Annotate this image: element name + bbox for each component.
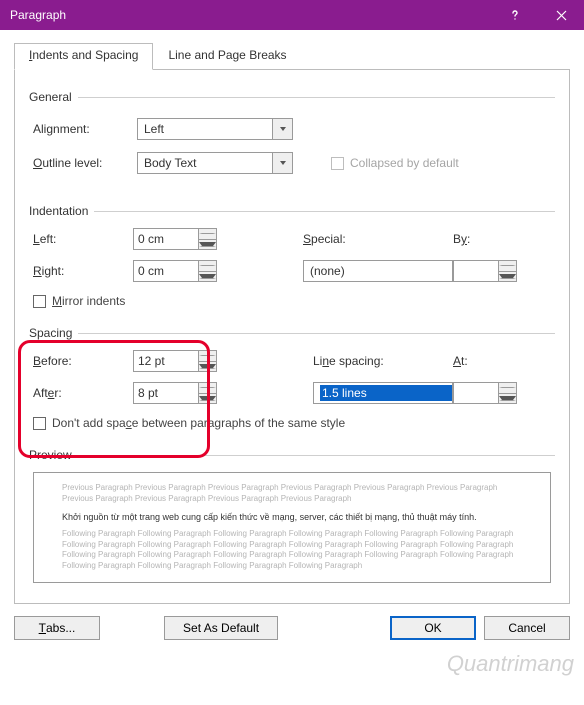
group-general: General Alignment: Left Outline level: B… xyxy=(29,90,555,190)
label-right: Right: xyxy=(33,264,133,278)
preview-main: Khởi nguồn từ một trang web cung cấp kiế… xyxy=(62,511,522,523)
window-title: Paragraph xyxy=(10,8,66,22)
arrow-down-icon xyxy=(199,240,216,250)
mirror-indents-checkbox[interactable]: Mirror indents xyxy=(33,294,551,308)
at-spinner[interactable] xyxy=(453,382,517,404)
button-row: Tabs... Set As Default OK Cancel xyxy=(14,616,570,640)
label-before: Before: xyxy=(33,354,133,368)
indent-left-spinner[interactable]: 0 cm xyxy=(133,228,217,250)
arrow-up-icon xyxy=(199,229,216,240)
help-button[interactable] xyxy=(492,0,538,30)
by-spinner[interactable] xyxy=(453,260,517,282)
tab-line-page-breaks[interactable]: Line and Page Breaks xyxy=(153,43,301,70)
tab-body: General Alignment: Left Outline level: B… xyxy=(14,70,570,604)
group-indentation: Indentation Left: 0 cm Special: By: Righ… xyxy=(29,204,555,312)
legend-indentation: Indentation xyxy=(29,204,94,218)
line-spacing-select[interactable]: 1.5 lines xyxy=(313,382,473,404)
tabs-button[interactable]: Tabs... xyxy=(14,616,100,640)
label-at: At: xyxy=(453,354,533,368)
title-bar: Paragraph xyxy=(0,0,584,30)
label-special: Special: xyxy=(303,232,423,246)
outline-level-select[interactable]: Body Text xyxy=(137,152,293,174)
collapsed-checkbox: Collapsed by default xyxy=(331,156,459,170)
preview-box: Previous Paragraph Previous Paragraph Pr… xyxy=(33,472,551,583)
legend-preview: Preview xyxy=(29,448,78,462)
label-line-spacing: Line spacing: xyxy=(313,354,433,368)
cancel-button[interactable]: Cancel xyxy=(484,616,570,640)
group-spacing: Spacing Before: 12 pt Line spacing: At: … xyxy=(29,326,555,434)
dont-add-space-checkbox[interactable]: Don't add space between paragraphs of th… xyxy=(33,416,551,430)
special-select[interactable]: (none) xyxy=(303,260,473,282)
chevron-down-icon[interactable] xyxy=(272,153,292,173)
before-spinner[interactable]: 12 pt xyxy=(133,350,217,372)
ok-button[interactable]: OK xyxy=(390,616,476,640)
tab-indents-spacing[interactable]: Indents and Spacing xyxy=(14,43,153,70)
preview-following: Following Paragraph Following Paragraph … xyxy=(62,529,522,572)
paragraph-dialog: Paragraph Indents and Spacing Line and P… xyxy=(0,0,584,705)
after-spinner[interactable]: 8 pt xyxy=(133,382,217,404)
group-preview: Preview Previous Paragraph Previous Para… xyxy=(29,448,555,587)
label-outline-level: Outline level: xyxy=(33,156,127,170)
set-default-button[interactable]: Set As Default xyxy=(164,616,278,640)
chevron-down-icon[interactable] xyxy=(272,119,292,139)
legend-general: General xyxy=(29,90,78,104)
label-alignment: Alignment: xyxy=(33,122,127,136)
label-left: Left: xyxy=(33,232,133,246)
label-after: After: xyxy=(33,386,133,400)
legend-spacing: Spacing xyxy=(29,326,78,340)
label-by: By: xyxy=(453,232,533,246)
tab-strip: Indents and Spacing Line and Page Breaks xyxy=(14,42,570,70)
alignment-select[interactable]: Left xyxy=(137,118,293,140)
indent-right-spinner[interactable]: 0 cm xyxy=(133,260,217,282)
preview-previous: Previous Paragraph Previous Paragraph Pr… xyxy=(62,483,522,505)
close-button[interactable] xyxy=(538,0,584,30)
